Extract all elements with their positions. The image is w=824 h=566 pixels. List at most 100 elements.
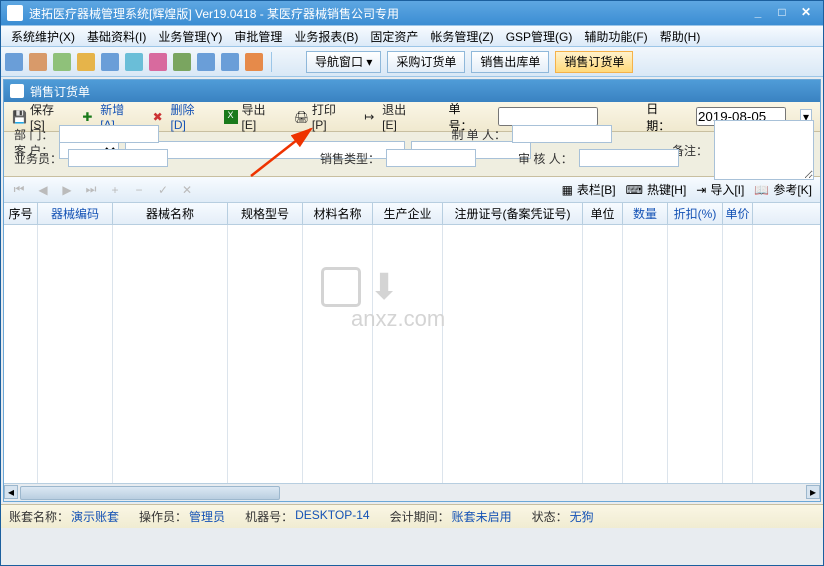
- sub-title-bar: 销售订货单: [4, 80, 820, 102]
- sales-type-input[interactable]: [386, 149, 476, 167]
- menu-approve[interactable]: 审批管理: [228, 26, 288, 47]
- toolbar-icon-9[interactable]: [197, 53, 215, 71]
- maker-input[interactable]: [512, 125, 612, 143]
- print-button[interactable]: 🖨打印[P]: [294, 101, 350, 132]
- column-header[interactable]: 数量: [623, 203, 668, 224]
- scroll-left-icon[interactable]: ◂: [4, 485, 18, 499]
- nav-window-button[interactable]: 导航窗口 ▾: [306, 51, 381, 73]
- hotkey-button[interactable]: ⌨热键[H]: [626, 181, 687, 198]
- grid-header: 序号器械编码器械名称规格型号材料名称生产企业注册证号(备案凭证号)单位数量折扣(…: [4, 203, 820, 225]
- toolbar-icon-6[interactable]: [125, 53, 143, 71]
- sales-label: 业务员：: [14, 150, 62, 167]
- toolbar-icon-8[interactable]: [173, 53, 191, 71]
- toolbar-icon-3[interactable]: [53, 53, 71, 71]
- column-header[interactable]: 折扣(%): [668, 203, 723, 224]
- menu-basic[interactable]: 基础资料(I): [81, 26, 152, 47]
- column-header[interactable]: 序号: [4, 203, 38, 224]
- remark-textarea[interactable]: [714, 120, 814, 180]
- close-button[interactable]: ✕: [795, 5, 817, 21]
- status-operator: 操作员：管理员: [139, 508, 225, 525]
- biaolan-button[interactable]: ▦表栏[B]: [562, 181, 616, 198]
- scroll-right-icon[interactable]: ▸: [806, 485, 820, 499]
- status-bar: 账套名称：演示账套 操作员：管理员 机器号：DESKTOP-14 会计期间：账套…: [1, 504, 823, 528]
- menu-account[interactable]: 帐务管理(Z): [424, 26, 499, 47]
- app-window: 速拓医疗器械管理系统[辉煌版] Ver19.0418 - 某医疗器械销售公司专用…: [0, 0, 824, 566]
- toolbar-icon-7[interactable]: [149, 53, 167, 71]
- toolbar-icon-4[interactable]: [77, 53, 95, 71]
- salesperson-input[interactable]: [68, 149, 168, 167]
- menu-help[interactable]: 帮助(H): [654, 26, 707, 47]
- delete-button[interactable]: ✖删除[D]: [153, 101, 210, 132]
- toolbar-icon-5[interactable]: [101, 53, 119, 71]
- nav-cancel-icon[interactable]: ✕: [180, 183, 194, 197]
- plus-icon: ✚: [82, 110, 96, 124]
- ship-out-button[interactable]: 销售出库单: [471, 51, 549, 73]
- toolbar-icon-2[interactable]: [29, 53, 47, 71]
- column-header[interactable]: 单位: [583, 203, 623, 224]
- dept-label: 部 门：: [14, 126, 53, 143]
- column-header[interactable]: 注册证号(备案凭证号): [443, 203, 583, 224]
- sub-window-title: 销售订货单: [30, 83, 90, 100]
- app-icon: [7, 5, 23, 21]
- maximize-button[interactable]: □: [771, 5, 793, 21]
- import-button[interactable]: ⇥导入[I]: [696, 181, 744, 198]
- horizontal-scrollbar[interactable]: ◂ ▸: [4, 483, 820, 501]
- nav-last-icon[interactable]: ⏭: [84, 182, 98, 197]
- nav-next-icon[interactable]: ▶: [60, 183, 74, 197]
- exit-button[interactable]: ↦退出[E]: [364, 101, 420, 132]
- grid-nav-toolbar: ⏮ ◀ ▶ ⏭ + − ✓ ✕ ▦表栏[B] ⌨热键[H] ⇥导入[I] 📖参考…: [4, 177, 820, 203]
- scroll-thumb[interactable]: [20, 486, 280, 500]
- nav-check-icon[interactable]: ✓: [156, 183, 170, 197]
- menu-aux[interactable]: 辅助功能(F): [578, 26, 653, 47]
- column-header[interactable]: 器械名称: [113, 203, 228, 224]
- purchase-order-button[interactable]: 采购订货单: [387, 51, 465, 73]
- nav-add-icon[interactable]: +: [108, 183, 122, 197]
- book-icon: 📖: [754, 183, 769, 197]
- status-state: 状态：无狗: [532, 508, 594, 525]
- toolbar-icon-10[interactable]: [221, 53, 239, 71]
- menu-business[interactable]: 业务管理(Y): [152, 26, 228, 47]
- status-period: 会计期间：账套未启用: [390, 508, 512, 525]
- nav-prev-icon[interactable]: ◀: [36, 183, 50, 197]
- toolbar-icon-1[interactable]: [5, 53, 23, 71]
- date-label: 日期：: [646, 100, 682, 134]
- sales-type-label: 销售类型：: [320, 150, 380, 167]
- maker-label: 制 单 人：: [451, 126, 506, 143]
- menu-bar: 系统维护(X) 基础资料(I) 业务管理(Y) 审批管理 业务报表(B) 固定资…: [1, 25, 823, 47]
- column-header[interactable]: 器械编码: [38, 203, 113, 224]
- exit-icon: ↦: [364, 110, 378, 124]
- keyboard-icon: ⌨: [626, 183, 643, 197]
- grid-icon: ▦: [562, 183, 573, 197]
- menu-report[interactable]: 业务报表(B): [288, 26, 364, 47]
- menu-gsp[interactable]: GSP管理(G): [500, 26, 579, 47]
- nav-del-icon[interactable]: −: [132, 183, 146, 197]
- form-area: 客 户： 备注： 部 门： 制 单 人： 业务员： 销售类型：: [4, 132, 820, 177]
- save-icon: 💾: [12, 110, 26, 124]
- column-header[interactable]: 生产企业: [373, 203, 443, 224]
- toolbar-separator: [271, 52, 272, 72]
- window-title: 速拓医疗器械管理系统[辉煌版] Ver19.0418 - 某医疗器械销售公司专用: [29, 5, 745, 22]
- order-no-input[interactable]: [498, 107, 598, 126]
- menu-asset[interactable]: 固定资产: [364, 26, 424, 47]
- reference-button[interactable]: 📖参考[K]: [754, 181, 812, 198]
- grid-body: [4, 225, 820, 483]
- status-account: 账套名称：演示账套: [9, 508, 119, 525]
- sub-window: 销售订货单 💾保存[S] ✚新增[A] ✖删除[D] X导出[E] 🖨打印[P]…: [3, 79, 821, 502]
- export-icon: X: [224, 110, 238, 124]
- main-toolbar: 导航窗口 ▾ 采购订货单 销售出库单 销售订货单: [1, 47, 823, 77]
- export-button[interactable]: X导出[E]: [224, 101, 280, 132]
- column-header[interactable]: 材料名称: [303, 203, 373, 224]
- dept-input[interactable]: [59, 125, 159, 143]
- column-header[interactable]: 单价: [723, 203, 753, 224]
- auditor-label: 审 核 人：: [518, 150, 573, 167]
- toolbar-icon-11[interactable]: [245, 53, 263, 71]
- sub-window-icon: [10, 84, 24, 98]
- menu-system[interactable]: 系统维护(X): [5, 26, 81, 47]
- sales-order-button[interactable]: 销售订货单: [555, 51, 633, 73]
- auditor-input[interactable]: [579, 149, 679, 167]
- column-header[interactable]: 规格型号: [228, 203, 303, 224]
- title-bar: 速拓医疗器械管理系统[辉煌版] Ver19.0418 - 某医疗器械销售公司专用…: [1, 1, 823, 25]
- nav-first-icon[interactable]: ⏮: [12, 182, 26, 197]
- minimize-button[interactable]: _: [747, 5, 769, 21]
- print-icon: 🖨: [294, 110, 308, 124]
